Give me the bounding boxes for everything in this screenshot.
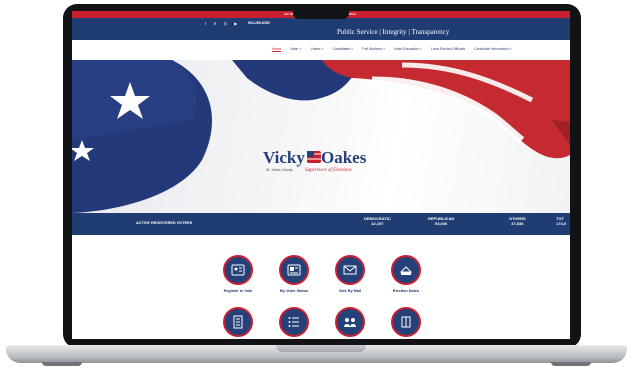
stats-label: ACTIVE REGISTERED VOTERS xyxy=(136,221,193,225)
logo-subtitle: Supervisor of Elections xyxy=(305,168,352,173)
laptop-opening-notch xyxy=(276,345,366,352)
calendar-icon xyxy=(391,255,421,285)
building-icon xyxy=(391,307,421,337)
document-icon xyxy=(223,307,253,337)
camera-notch xyxy=(293,5,349,19)
stat-count: 42,197 xyxy=(371,221,384,226)
service-tile-7[interactable] xyxy=(320,307,380,339)
website-screen: AN OFFICIAL UP DISSION ▸ f ✕ ◎ ▶ 904-269… xyxy=(72,11,570,339)
nav-item-voter[interactable]: Voter ˅ xyxy=(290,47,301,52)
logo-last-name: Oakes xyxy=(321,148,367,167)
site-logo[interactable]: Vicky Oakes St. Johns County Supervisor … xyxy=(263,148,373,182)
checklist-icon xyxy=(279,307,309,337)
flag-icon xyxy=(307,151,321,163)
service-election-dates[interactable]: Election Dates xyxy=(376,255,436,293)
laptop-foot-left xyxy=(42,362,82,366)
stat-count: 93,040 xyxy=(435,221,448,226)
id-card-icon xyxy=(223,255,253,285)
nav-item-poll-workers[interactable]: Poll Workers ˅ xyxy=(362,47,385,52)
site-tagline: Public Service | Integrity | Transparenc… xyxy=(337,28,450,36)
voter-stats-bar: ACTIVE REGISTERED VOTERS DEMOCRATIC 42,1… xyxy=(72,213,570,235)
nav-item-voters[interactable]: Voters ˅ xyxy=(311,47,324,52)
stat-count: 173,0 xyxy=(556,221,567,226)
laptop-foot-right xyxy=(551,362,591,366)
stat-republican: REPUBLICAN 93,040 xyxy=(428,216,454,226)
nav-item-local-officials[interactable]: Local Elected Officials xyxy=(431,47,465,52)
voter-card-icon xyxy=(279,255,309,285)
service-register-to-vote[interactable]: Register to Vote xyxy=(208,255,268,293)
stat-count: 37,836 xyxy=(511,221,524,226)
main-nav: Home Voter ˅ Voters ˅ Candidates ˅ Poll … xyxy=(72,40,570,60)
service-tile-6[interactable] xyxy=(264,307,324,339)
service-label: Election Dates xyxy=(392,289,420,293)
stat-total: TOT 173,0 xyxy=(556,216,566,226)
service-my-voter-status[interactable]: My Voter Status xyxy=(264,255,324,293)
social-icons[interactable]: f ✕ ◎ ▶ xyxy=(205,21,240,26)
stat-democratic: DEMOCRATIC 42,197 xyxy=(364,216,391,226)
service-label: Vote By Mail xyxy=(338,289,362,293)
laptop-mockup: AN OFFICIAL UP DISSION ▸ f ✕ ◎ ▶ 904-269… xyxy=(0,0,633,373)
services-grid: Register to Vote My Voter Status Vote By… xyxy=(72,235,570,339)
hero-banner: Vicky Oakes St. Johns County Supervisor … xyxy=(72,60,570,213)
envelope-icon xyxy=(335,255,365,285)
nav-item-voter-education[interactable]: Voter Education ˅ xyxy=(394,47,422,52)
nav-item-home[interactable]: Home xyxy=(272,47,282,52)
flag-background xyxy=(72,60,570,213)
stat-others: OTHERS 37,836 xyxy=(509,216,526,226)
service-label: My Voter Status xyxy=(279,289,309,293)
service-tile-5[interactable] xyxy=(208,307,268,339)
service-tile-8[interactable] xyxy=(376,307,436,339)
site-header: f ✕ ◎ ▶ 904-269-6350 Public Service | In… xyxy=(72,18,570,40)
people-icon xyxy=(335,307,365,337)
nav-item-candidates[interactable]: Candidates ˅ xyxy=(333,47,354,52)
service-label: Register to Vote xyxy=(223,289,253,293)
service-vote-by-mail[interactable]: Vote By Mail xyxy=(320,255,380,293)
phone-number[interactable]: 904-269-6350 xyxy=(248,21,270,25)
nav-item-candidate-info[interactable]: Candidate Information ˅ xyxy=(474,47,511,52)
logo-first-name: Vicky xyxy=(263,148,305,167)
logo-county: St. Johns County xyxy=(266,168,293,172)
